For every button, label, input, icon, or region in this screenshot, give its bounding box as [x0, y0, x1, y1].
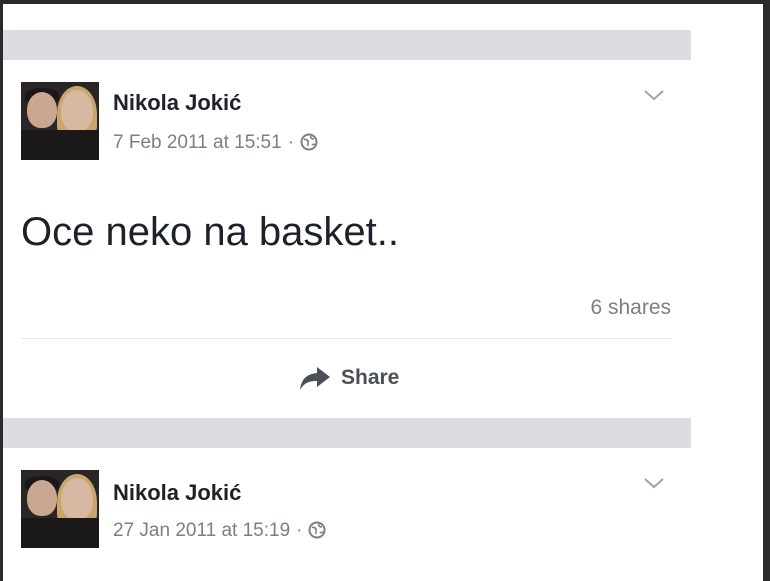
share-arrow-icon	[300, 367, 330, 390]
avatar[interactable]	[21, 470, 99, 548]
globe-icon	[300, 133, 318, 151]
post-timestamp[interactable]: 7 Feb 2011 at 15:51	[113, 132, 282, 153]
feed-separator	[3, 30, 691, 60]
feed-post: Nikola Jokić 7 Feb 2011 at 15:51 · Oce ne…	[3, 60, 691, 418]
shares-count[interactable]: 6 shares	[563, 296, 671, 320]
author-name[interactable]: Nikola Jokić	[113, 480, 241, 506]
post-text: Oce neko na basket..	[21, 210, 400, 254]
feed-separator	[3, 418, 691, 448]
post-meta: 27 Jan 2011 at 15:19 ·	[113, 520, 326, 542]
meta-separator: ·	[296, 520, 303, 541]
chevron-down-icon[interactable]	[643, 476, 665, 490]
frame-border-right	[763, 0, 770, 581]
post-timestamp[interactable]: 27 Jan 2011 at 15:19	[113, 520, 290, 541]
globe-icon	[308, 521, 326, 539]
share-button[interactable]: Share	[299, 360, 399, 396]
meta-separator: ·	[287, 132, 294, 153]
feed-post: Nikola Jokić 27 Jan 2011 at 15:19 ·	[3, 448, 691, 581]
post-meta: 7 Feb 2011 at 15:51 ·	[113, 132, 318, 154]
chevron-down-icon[interactable]	[643, 88, 665, 102]
avatar[interactable]	[21, 82, 99, 160]
divider	[21, 338, 671, 339]
frame-border-top	[0, 0, 770, 4]
author-name[interactable]: Nikola Jokić	[113, 90, 241, 116]
share-label: Share	[341, 366, 400, 389]
